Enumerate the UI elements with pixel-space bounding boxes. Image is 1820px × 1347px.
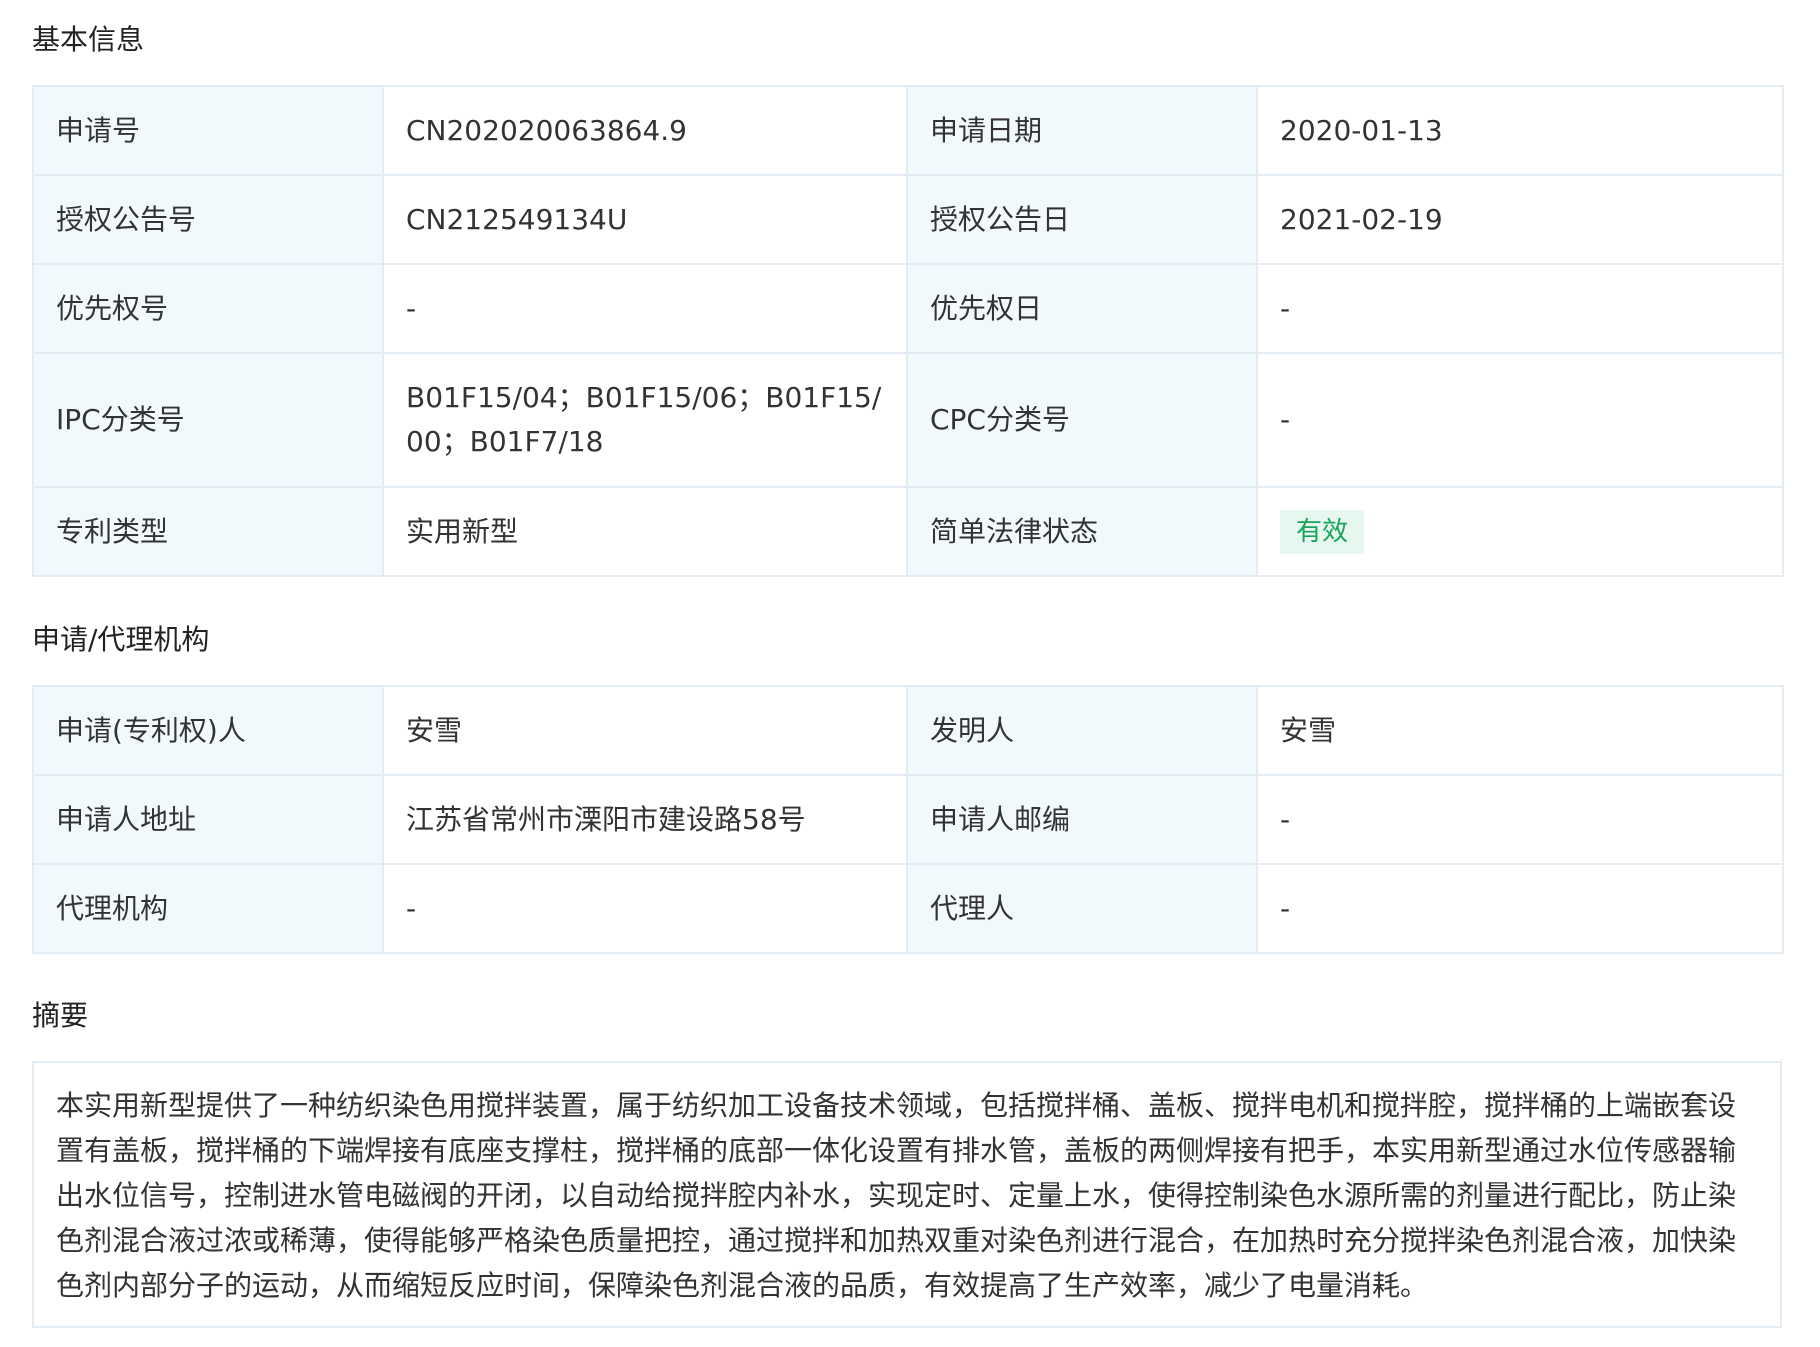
abstract-text: 本实用新型提供了一种纺织染色用搅拌装置，属于纺织加工设备技术领域，包括搅拌桶、盖… — [32, 1061, 1782, 1328]
agent-value: - — [1256, 863, 1784, 954]
applicant-label: 申请(专利权)人 — [32, 685, 384, 776]
application-no-value: CN202020063864.9 — [382, 85, 908, 176]
applicant-postcode-value: - — [1256, 774, 1784, 865]
table-row: 代理机构 - 代理人 - — [32, 863, 1784, 954]
table-row: 申请号 CN202020063864.9 申请日期 2020-01-13 — [32, 85, 1784, 176]
applicant-postcode-label: 申请人邮编 — [906, 774, 1258, 865]
inventor-label: 发明人 — [906, 685, 1258, 776]
section-title-agency: 申请/代理机构 — [32, 623, 210, 656]
table-row: 授权公告号 CN212549134U 授权公告日 2021-02-19 — [32, 174, 1784, 265]
legal-status-cell: 有效 — [1256, 486, 1784, 577]
agency-label: 代理机构 — [32, 863, 384, 954]
priority-date-value: - — [1256, 263, 1784, 354]
agency-table: 申请(专利权)人 安雪 发明人 安雪 申请人地址 江苏省常州市溧阳市建设路58号… — [32, 685, 1784, 954]
ipc-label: IPC分类号 — [32, 352, 384, 488]
legal-status-label: 简单法律状态 — [906, 486, 1258, 577]
cpc-label: CPC分类号 — [906, 352, 1258, 488]
table-row: 申请(专利权)人 安雪 发明人 安雪 — [32, 685, 1784, 776]
section-title-abstract: 摘要 — [32, 999, 89, 1032]
agency-value: - — [382, 863, 908, 954]
patent-type-value: 实用新型 — [382, 486, 908, 577]
patent-detail-page: 基本信息 申请号 CN202020063864.9 申请日期 2020-01-1… — [0, 0, 1820, 1347]
basic-info-table: 申请号 CN202020063864.9 申请日期 2020-01-13 授权公… — [32, 85, 1784, 577]
inventor-value: 安雪 — [1256, 685, 1784, 776]
table-row: 专利类型 实用新型 简单法律状态 有效 — [32, 486, 1784, 577]
applicant-value: 安雪 — [382, 685, 908, 776]
agent-label: 代理人 — [906, 863, 1258, 954]
grant-pub-date-label: 授权公告日 — [906, 174, 1258, 265]
table-row: 优先权号 - 优先权日 - — [32, 263, 1784, 354]
cpc-value: - — [1256, 352, 1784, 488]
table-row: 申请人地址 江苏省常州市溧阳市建设路58号 申请人邮编 - — [32, 774, 1784, 865]
grant-pub-date-value: 2021-02-19 — [1256, 174, 1784, 265]
grant-pub-no-label: 授权公告号 — [32, 174, 384, 265]
grant-pub-no-value: CN212549134U — [382, 174, 908, 265]
application-date-value: 2020-01-13 — [1256, 85, 1784, 176]
legal-status-badge: 有效 — [1280, 510, 1365, 554]
applicant-address-label: 申请人地址 — [32, 774, 384, 865]
application-no-label: 申请号 — [32, 85, 384, 176]
patent-type-label: 专利类型 — [32, 486, 384, 577]
priority-date-label: 优先权日 — [906, 263, 1258, 354]
application-date-label: 申请日期 — [906, 85, 1258, 176]
table-row: IPC分类号 B01F15/04；B01F15/06；B01F15/00；B01… — [32, 352, 1784, 488]
ipc-value: B01F15/04；B01F15/06；B01F15/00；B01F7/18 — [382, 352, 908, 488]
priority-no-label: 优先权号 — [32, 263, 384, 354]
section-title-basic-info: 基本信息 — [32, 23, 145, 56]
applicant-address-value: 江苏省常州市溧阳市建设路58号 — [382, 774, 908, 865]
priority-no-value: - — [382, 263, 908, 354]
